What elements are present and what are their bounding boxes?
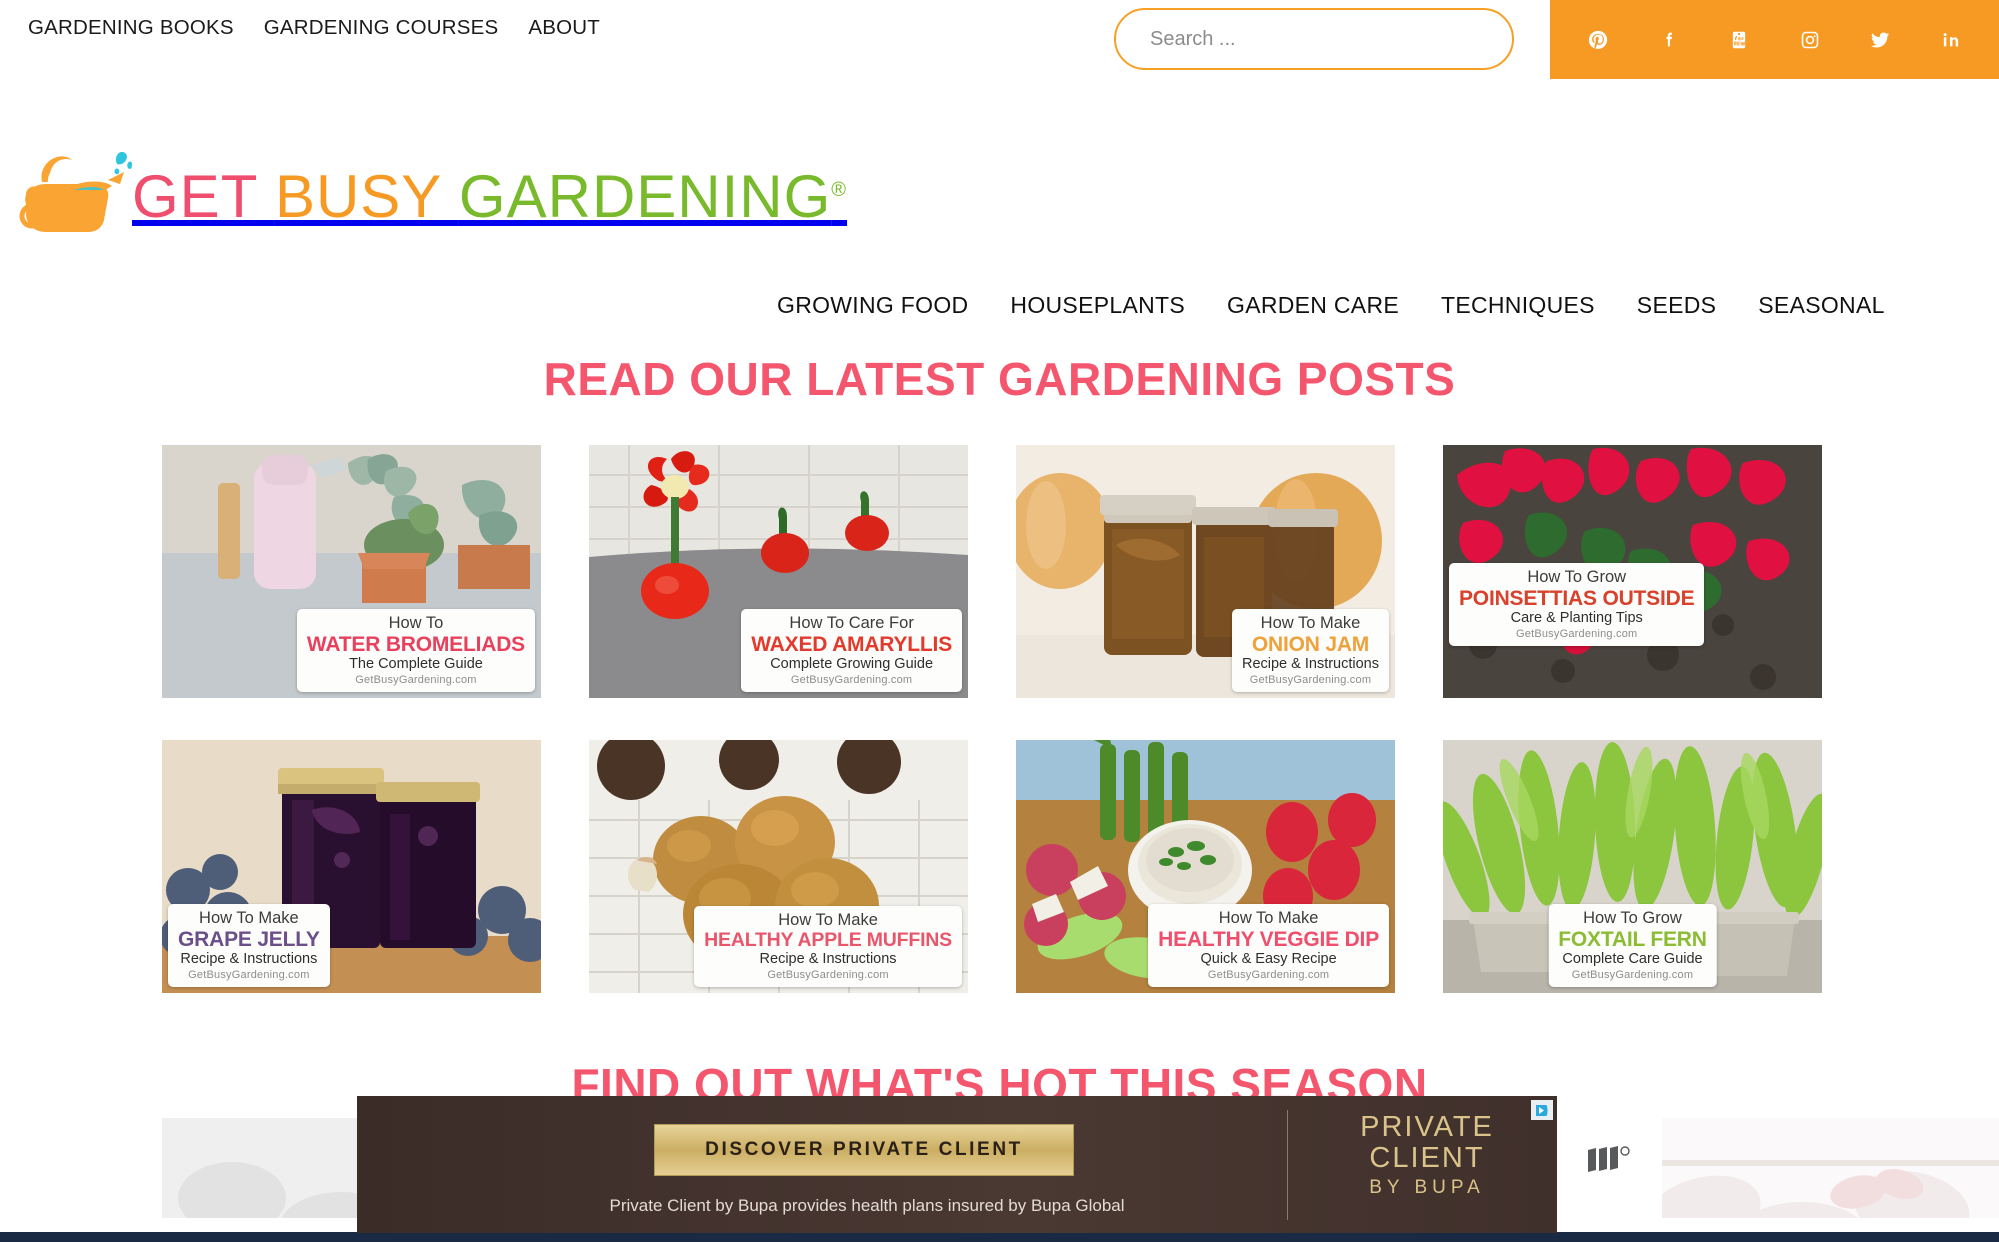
post-card-grape-jelly[interactable]: How To Make GRAPE JELLY Recipe & Instruc… <box>162 740 541 993</box>
ad-brand-lockup: PRIVATE CLIENT BY BUPA <box>1312 1112 1542 1199</box>
page-scroll-gap <box>0 1218 357 1232</box>
main-nav-growing-food[interactable]: GROWING FOOD <box>777 292 968 319</box>
ad-fine-print: Private Client by Bupa provides health p… <box>609 1196 1125 1215</box>
main-navigation: GROWING FOOD HOUSEPLANTS GARDEN CARE TEC… <box>777 292 1885 319</box>
post-card-waxed-amaryllis[interactable]: How To Care For WAXED AMARYLLIS Complete… <box>589 445 968 698</box>
post-badge-poinsettias-outside: How To Grow POINSETTIAS OUTSIDE Care & P… <box>1449 563 1705 647</box>
logo-wordmark: GET BUSY GARDENING® <box>132 162 847 231</box>
post-card-partial-right[interactable] <box>1643 1118 1999 1218</box>
instagram-icon[interactable] <box>1795 25 1825 55</box>
post-card-onion-jam[interactable]: How To Make ONION JAM Recipe & Instructi… <box>1016 445 1395 698</box>
ad-cta-button[interactable]: DISCOVER PRIVATE CLIENT <box>654 1124 1074 1176</box>
post-title: FOXTAIL FERN <box>1558 927 1707 951</box>
logo-word-busy: BUSY <box>274 162 459 230</box>
top-navigation: GARDENING BOOKS GARDENING COURSES ABOUT <box>28 16 600 40</box>
main-nav-seasonal[interactable]: SEASONAL <box>1758 292 1884 319</box>
post-badge-foxtail-fern: How To Grow FOXTAIL FERN Complete Care G… <box>1548 903 1717 987</box>
post-kicker: How To Make <box>199 908 299 927</box>
page-root: GARDENING BOOKS GARDENING COURSES ABOUT <box>0 0 1999 1242</box>
main-nav-techniques[interactable]: TECHNIQUES <box>1441 292 1595 319</box>
top-bar: GARDENING BOOKS GARDENING COURSES ABOUT <box>0 0 1999 82</box>
post-grid: How To WATER BROMELIADS The Complete Gui… <box>162 445 1842 1035</box>
post-brand: GetBusyGardening.com <box>355 674 477 687</box>
post-title: HEALTHY VEGGIE DIP <box>1158 927 1379 951</box>
post-title: WATER BROMELIADS <box>306 632 525 656</box>
ad-brand-line1: PRIVATE <box>1360 1111 1494 1143</box>
site-logo[interactable]: GET BUSY GARDENING® <box>12 137 847 247</box>
search-input[interactable] <box>1114 8 1514 70</box>
post-subtitle: Recipe & Instructions <box>1241 656 1379 673</box>
top-nav-about[interactable]: ABOUT <box>528 16 600 40</box>
post-badge-waxed-amaryllis: How To Care For WAXED AMARYLLIS Complete… <box>741 608 962 692</box>
post-kicker: How To Care For <box>789 613 914 632</box>
youtube-icon[interactable] <box>1724 25 1754 55</box>
os-taskbar <box>0 1232 1999 1242</box>
logo-word-get: GET <box>132 162 275 230</box>
social-links-bar <box>1550 0 1999 79</box>
monogram-watermark-icon <box>1586 1144 1632 1174</box>
post-title: ONION JAM <box>1251 632 1370 656</box>
advertisement-banner[interactable]: DISCOVER PRIVATE CLIENT Private Client b… <box>357 1096 1557 1233</box>
post-brand: GetBusyGardening.com <box>188 969 310 982</box>
post-kicker: How To Make <box>778 910 878 929</box>
watering-can-icon <box>12 142 132 242</box>
post-subtitle: Complete Growing Guide <box>770 656 934 673</box>
post-kicker: How To <box>388 613 444 632</box>
post-kicker: How To Make <box>1260 613 1361 632</box>
linkedin-icon[interactable] <box>1936 25 1966 55</box>
adchoices-icon[interactable] <box>1531 1100 1553 1120</box>
post-title: GRAPE JELLY <box>178 927 320 951</box>
page-title-latest-posts: READ OUR LATEST GARDENING POSTS <box>543 353 1456 405</box>
post-card-healthy-apple-muffins[interactable]: How To Make HEALTHY APPLE MUFFINS Recipe… <box>589 740 968 993</box>
ad-brand-line3: BY BUPA <box>1369 1177 1485 1199</box>
post-grid-row-1: How To WATER BROMELIADS The Complete Gui… <box>162 445 1842 698</box>
pinterest-icon[interactable] <box>1583 25 1613 55</box>
main-nav-houseplants[interactable]: HOUSEPLANTS <box>1010 292 1185 319</box>
top-nav-gardening-books[interactable]: GARDENING BOOKS <box>28 16 234 40</box>
ad-brand-line2: CLIENT <box>1369 1141 1485 1174</box>
main-nav-seeds[interactable]: SEEDS <box>1637 292 1716 319</box>
post-brand: GetBusyGardening.com <box>1207 969 1330 982</box>
post-badge-onion-jam: How To Make ONION JAM Recipe & Instructi… <box>1231 608 1389 692</box>
logo-registered-mark: ® <box>831 178 848 201</box>
post-brand: GetBusyGardening.com <box>1516 628 1638 641</box>
post-card-water-bromeliads[interactable]: How To WATER BROMELIADS The Complete Gui… <box>162 445 541 698</box>
site-header: GET BUSY GARDENING® GROWING FOOD HOUSEPL… <box>0 82 1999 318</box>
post-grid-row-2: How To Make GRAPE JELLY Recipe & Instruc… <box>162 740 1842 993</box>
post-subtitle: Care & Planting Tips <box>1510 610 1643 627</box>
search-container <box>1114 8 1514 70</box>
ad-divider <box>1287 1110 1288 1220</box>
post-kicker: How To Grow <box>1583 908 1682 927</box>
post-brand: GetBusyGardening.com <box>767 969 889 982</box>
post-subtitle: Recipe & Instructions <box>180 951 318 968</box>
post-title: POINSETTIAS OUTSIDE <box>1459 586 1695 610</box>
post-title: HEALTHY APPLE MUFFINS <box>704 929 952 952</box>
post-subtitle: The Complete Guide <box>349 656 483 673</box>
post-kicker: How To Make <box>1218 908 1319 927</box>
post-brand: GetBusyGardening.com <box>790 674 913 687</box>
main-nav-garden-care[interactable]: GARDEN CARE <box>1227 292 1399 319</box>
post-card-healthy-veggie-dip[interactable]: How To Make HEALTHY VEGGIE DIP Quick & E… <box>1016 740 1395 993</box>
post-subtitle: Recipe & Instructions <box>759 951 897 968</box>
post-badge-water-bromeliads: How To WATER BROMELIADS The Complete Gui… <box>296 608 535 692</box>
facebook-icon[interactable] <box>1654 25 1684 55</box>
post-brand: GetBusyGardening.com <box>1249 674 1372 687</box>
post-card-poinsettias-outside[interactable]: How To Grow POINSETTIAS OUTSIDE Care & P… <box>1443 445 1822 698</box>
logo-word-gardening: GARDENING <box>458 162 832 230</box>
post-badge-grape-jelly: How To Make GRAPE JELLY Recipe & Instruc… <box>168 903 330 987</box>
post-subtitle: Complete Care Guide <box>1562 951 1703 968</box>
twitter-icon[interactable] <box>1865 25 1895 55</box>
post-card-foxtail-fern[interactable]: How To Grow FOXTAIL FERN Complete Care G… <box>1443 740 1822 993</box>
post-brand: GetBusyGardening.com <box>1571 969 1694 982</box>
post-subtitle: Quick & Easy Recipe <box>1200 951 1337 968</box>
post-title: WAXED AMARYLLIS <box>751 632 952 656</box>
top-nav-gardening-courses[interactable]: GARDENING COURSES <box>264 16 499 40</box>
post-badge-healthy-veggie-dip: How To Make HEALTHY VEGGIE DIP Quick & E… <box>1148 903 1389 987</box>
post-badge-healthy-apple-muffins: How To Make HEALTHY APPLE MUFFINS Recipe… <box>694 905 962 987</box>
post-kicker: How To Grow <box>1527 568 1627 586</box>
